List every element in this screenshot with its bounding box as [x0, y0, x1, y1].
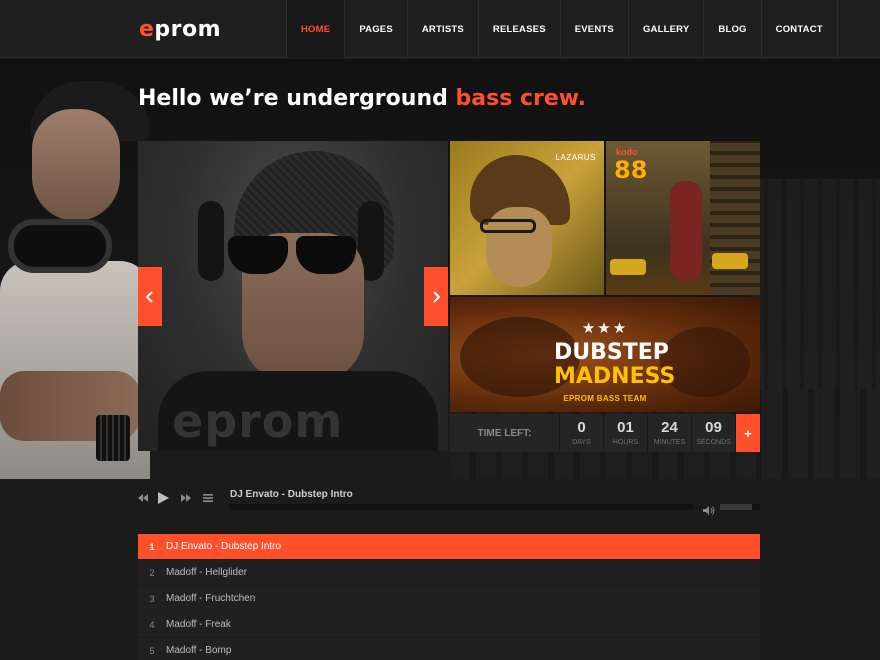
- volume-slider[interactable]: [720, 504, 760, 510]
- menu-item-pages[interactable]: PAGES: [345, 0, 408, 58]
- countdown-seconds-unit: SECONDS: [696, 439, 731, 446]
- countdown-seconds: 09 SECONDS: [692, 414, 736, 452]
- countdown-minutes: 24 MINUTES: [648, 414, 692, 452]
- event-subtitle: EPROM BASS TEAM: [563, 394, 647, 403]
- hero-dj-photo: [0, 71, 150, 479]
- menu-item-artists[interactable]: ARTISTS: [408, 0, 479, 58]
- playlist-track[interactable]: 3 Madoff - Fruchtchen: [138, 586, 760, 612]
- track-title: DJ Envato - Dubstep Intro: [166, 541, 282, 552]
- featured-slide-image[interactable]: eprom: [138, 141, 448, 451]
- menu-item-contact[interactable]: CONTACT: [762, 0, 838, 58]
- countdown-minutes-unit: MINUTES: [653, 439, 686, 446]
- playlist-track[interactable]: 4 Madoff - Freak: [138, 612, 760, 638]
- track-number: 2: [149, 567, 155, 578]
- menu-item-releases[interactable]: RELEASES: [479, 0, 561, 58]
- menu-item-gallery[interactable]: GALLERY: [629, 0, 705, 58]
- track-title: Madoff - Freak: [166, 619, 231, 630]
- event-more-button[interactable]: +: [736, 414, 760, 452]
- previous-track-button[interactable]: [138, 494, 148, 502]
- countdown-days: 0 DAYS: [560, 414, 604, 452]
- event-tile-dubstep-madness[interactable]: ★★★ DUBSTEP MADNESS EPROM BASS TEAM: [450, 297, 760, 412]
- star-icons: ★★★: [581, 320, 629, 337]
- event-title-line2: MADNESS: [554, 364, 676, 389]
- track-progress-bar[interactable]: [230, 504, 694, 510]
- main-menu: HOME PAGES ARTISTS RELEASES EVENTS GALLE…: [286, 0, 838, 58]
- shirt-logo-watermark: eprom: [172, 394, 344, 448]
- play-icon: [158, 492, 169, 504]
- logo-e: e: [139, 17, 155, 42]
- countdown-seconds-value: 09: [705, 419, 722, 436]
- eprom-logo[interactable]: eprom: [139, 17, 221, 42]
- volume-level: [720, 504, 752, 510]
- speaker-icon: [703, 506, 715, 515]
- track-title: Madoff - Hellglider: [166, 567, 247, 578]
- hero-headline: Hello we’re underground bass crew.: [138, 86, 586, 111]
- headline-highlight: bass crew.: [455, 86, 587, 111]
- artist-tile-lazarus[interactable]: LAZARUS: [450, 141, 604, 295]
- track-title: Madoff - Bomp: [166, 645, 232, 656]
- playlist: 1 DJ Envato - Dubstep Intro 2 Madoff - Hel…: [138, 534, 760, 660]
- menu-item-events[interactable]: EVENTS: [561, 0, 629, 58]
- track-number: 4: [149, 619, 155, 630]
- top-navigation: eprom HOME PAGES ARTISTS RELEASES EVENTS…: [0, 0, 880, 58]
- slider-prev-button[interactable]: [138, 267, 162, 326]
- countdown-hours-value: 01: [617, 419, 634, 436]
- menu-lines-icon: [203, 494, 213, 502]
- fast-forward-icon: [181, 494, 191, 502]
- playlist-track[interactable]: 1 DJ Envato - Dubstep Intro: [138, 534, 760, 560]
- menu-item-home[interactable]: HOME: [287, 0, 346, 58]
- play-button[interactable]: [158, 492, 169, 504]
- event-countdown: TIME LEFT: 0 DAYS 01 HOURS 24 MINUTES 09 SEC…: [450, 414, 760, 452]
- audio-player: DJ Envato - Dubstep Intro 1 DJ Envato - D…: [0, 480, 880, 660]
- tile-label-88: 88: [614, 156, 648, 184]
- track-number: 5: [149, 645, 155, 656]
- headline-main: Hello we’re underground: [138, 86, 456, 111]
- countdown-label: TIME LEFT:: [450, 414, 560, 452]
- playlist-toggle-button[interactable]: [203, 494, 213, 502]
- track-title: Madoff - Fruchtchen: [166, 593, 256, 604]
- countdown-hours: 01 HOURS: [604, 414, 648, 452]
- next-track-button[interactable]: [181, 494, 191, 502]
- countdown-days-value: 0: [577, 419, 586, 436]
- rewind-icon: [138, 494, 148, 502]
- countdown-days-unit: DAYS: [572, 439, 591, 446]
- playlist-track[interactable]: 5 Madoff - Bomp: [138, 638, 760, 660]
- countdown-minutes-value: 24: [661, 419, 678, 436]
- release-tile-kodo-88[interactable]: kodo 88: [606, 141, 760, 295]
- event-title-line1: DUBSTEP: [554, 340, 669, 365]
- volume-button[interactable]: [703, 502, 715, 520]
- tile-label-lazarus: LAZARUS: [555, 153, 596, 162]
- chevron-left-icon: [145, 290, 153, 303]
- menu-item-blog[interactable]: BLOG: [704, 0, 762, 58]
- slider-next-button[interactable]: [424, 267, 448, 326]
- now-playing-title: DJ Envato - Dubstep Intro: [230, 489, 353, 500]
- chevron-right-icon: [433, 290, 441, 303]
- playlist-track[interactable]: 2 Madoff - Hellglider: [138, 560, 760, 586]
- logo-text: prom: [154, 17, 222, 42]
- countdown-hours-unit: HOURS: [612, 439, 639, 446]
- track-number: 3: [149, 593, 155, 604]
- track-number: 1: [149, 541, 155, 552]
